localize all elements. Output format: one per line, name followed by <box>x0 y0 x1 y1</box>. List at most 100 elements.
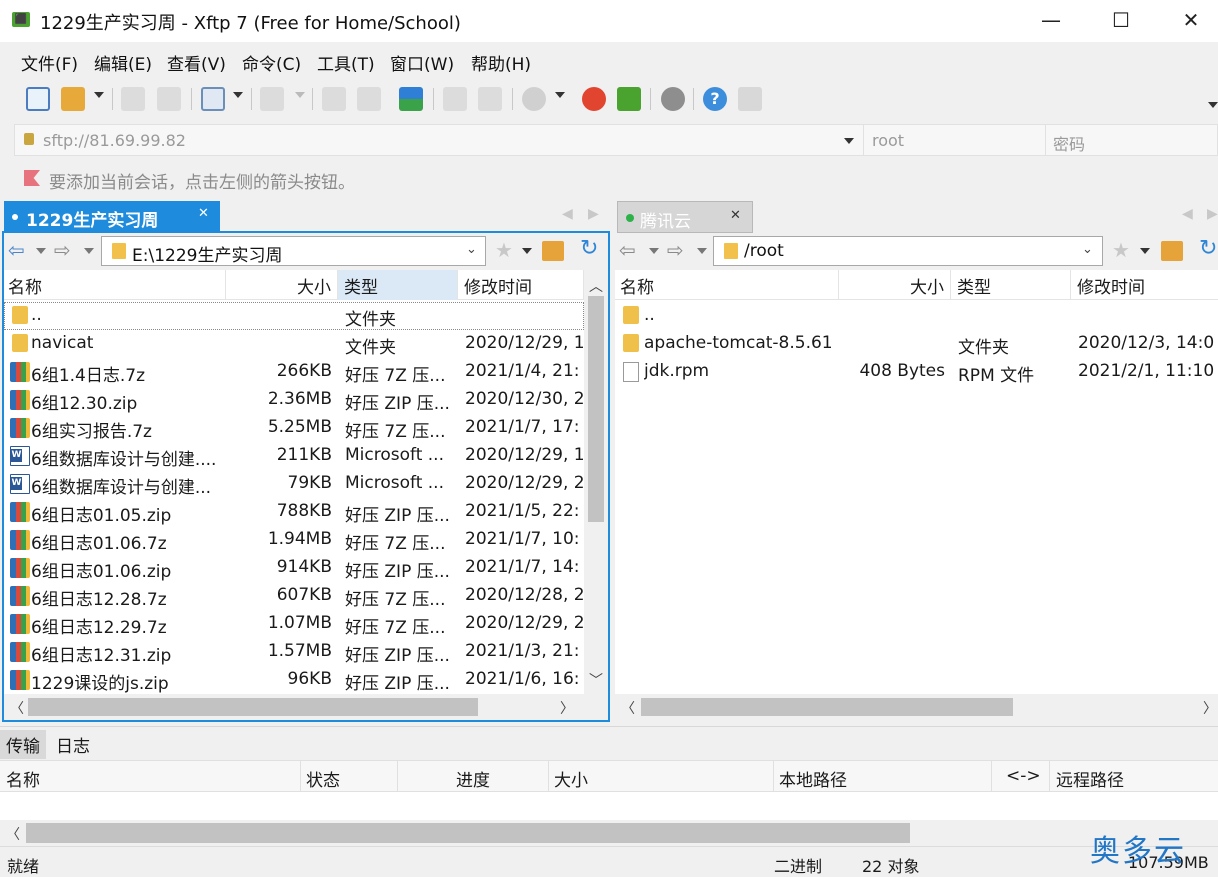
local-vertical-thumb[interactable] <box>588 296 604 522</box>
scroll-left-icon[interactable]: 〈 <box>621 698 635 718</box>
file-row[interactable]: 6组日志01.06.7z 1.94MB 好压 7Z 压... 2021/1/7, 10… <box>4 526 584 554</box>
new-session-icon[interactable] <box>26 87 50 111</box>
file-row[interactable]: jdk.rpm 408 Bytes RPM 文件 2021/2/1, 11:10 <box>615 358 1218 386</box>
file-row[interactable]: .. <box>615 302 1218 330</box>
tab-local-folder[interactable]: 1229生产实习周 ✕ <box>4 201 220 233</box>
sync-icon[interactable] <box>399 87 423 111</box>
file-row[interactable]: apache-tomcat-8.5.61 文件夹 2020/12/3, 14:0 <box>615 330 1218 358</box>
scroll-right-icon[interactable]: 〉 <box>1203 698 1217 718</box>
remote-horizontal-thumb[interactable] <box>641 698 1013 716</box>
scroll-down-icon[interactable]: ﹀ <box>589 670 603 690</box>
minimize-button[interactable]: — <box>1016 0 1086 42</box>
column-size-header[interactable]: 大小 <box>839 270 951 300</box>
tab-transfer[interactable]: 传输 <box>0 730 46 759</box>
menu-view[interactable]: 查看(V) <box>167 50 226 75</box>
globe-icon[interactable] <box>522 87 546 111</box>
file-row[interactable]: 6组日志01.06.zip 914KB 好压 ZIP 压... 2021/1/7, 1… <box>4 554 584 582</box>
transfer-dropdown-icon[interactable] <box>295 92 305 98</box>
file-row[interactable]: 6组日志12.31.zip 1.57MB 好压 ZIP 压... 2021/1/3, … <box>4 638 584 666</box>
transfer-horizontal-thumb[interactable] <box>26 823 910 843</box>
bookmark-dropdown-icon[interactable] <box>522 248 532 254</box>
file-row[interactable]: 6组实习报告.7z 5.25MB 好压 7Z 压... 2021/1/7, 17: <box>4 414 584 442</box>
scroll-up-icon[interactable]: ︿ <box>589 276 603 296</box>
back-dropdown-icon[interactable] <box>649 248 659 254</box>
host-input[interactable]: sftp://81.69.99.82 <box>43 131 186 150</box>
xshell-icon[interactable] <box>582 87 606 111</box>
host-dropdown-icon[interactable] <box>844 138 854 144</box>
transfer-col-size[interactable]: 大小 <box>554 766 588 791</box>
paste-icon[interactable] <box>478 87 502 111</box>
menu-help[interactable]: 帮助(H) <box>471 50 531 75</box>
username-input[interactable]: root <box>872 131 904 150</box>
tab-close-icon[interactable]: ✕ <box>198 206 209 221</box>
help-icon[interactable]: ? <box>703 87 727 111</box>
forward-dropdown-icon[interactable] <box>84 248 94 254</box>
download-icon[interactable] <box>357 87 381 111</box>
tab-log[interactable]: 日志 <box>56 732 90 757</box>
transfer-col-progress[interactable]: 进度 <box>456 766 490 791</box>
transfer-col-status[interactable]: 状态 <box>306 766 340 791</box>
refresh-icon[interactable]: ↻ <box>1199 236 1217 261</box>
file-row[interactable]: 6组数据库设计与创建... 79KB Microsoft ... 2020/12/29… <box>4 470 584 498</box>
chevron-down-icon[interactable]: ⌄ <box>466 242 477 257</box>
tab-scroll-right-icon[interactable]: ▶ <box>588 206 599 222</box>
column-type-header[interactable]: 类型 <box>338 270 458 300</box>
transfer-col-direction[interactable]: <-> <box>1006 766 1041 786</box>
local-vertical-scrollbar[interactable]: ︿ ﹀ <box>584 270 608 694</box>
open-dropdown-icon[interactable] <box>94 92 104 98</box>
maximize-button[interactable]: ☐ <box>1086 0 1156 42</box>
menu-tools[interactable]: 工具(T) <box>317 50 375 75</box>
back-dropdown-icon[interactable] <box>36 248 46 254</box>
file-row[interactable]: 6组12.30.zip 2.36MB 好压 ZIP 压... 2020/12/30, … <box>4 386 584 414</box>
transfer-col-remote-path[interactable]: 远程路径 <box>1056 766 1124 791</box>
tab-scroll-left-icon[interactable]: ◀ <box>1182 206 1193 222</box>
tab-scroll-right-icon[interactable]: ▶ <box>1207 206 1218 222</box>
back-arrow-icon[interactable]: ⇦ <box>619 238 636 262</box>
remote-path-input[interactable]: /root ⌄ <box>713 236 1103 266</box>
forward-arrow-icon[interactable]: ⇨ <box>667 238 684 262</box>
menu-file[interactable]: 文件(F) <box>21 50 78 75</box>
globe-dropdown-icon[interactable] <box>555 92 565 98</box>
open-folder-icon[interactable] <box>61 87 85 111</box>
file-row[interactable]: 6组日志01.05.zip 788KB 好压 ZIP 压... 2021/1/5, 2… <box>4 498 584 526</box>
column-modified-header[interactable]: 修改时间 <box>458 270 584 300</box>
home-folder-icon[interactable] <box>542 241 564 261</box>
scroll-left-icon[interactable]: 〈 <box>10 698 24 718</box>
xftp-icon[interactable] <box>617 87 641 111</box>
bookmark-star-icon[interactable]: ★ <box>1112 238 1130 262</box>
forward-dropdown-icon[interactable] <box>697 248 707 254</box>
bookmark-star-icon[interactable]: ★ <box>495 238 513 262</box>
copy-icon[interactable] <box>443 87 467 111</box>
file-row[interactable]: 6组数据库设计与创建.... 211KB Microsoft ... 2020/12/… <box>4 442 584 470</box>
file-row[interactable]: 6组1.4日志.7z 266KB 好压 7Z 压... 2021/1/4, 21: <box>4 358 584 386</box>
properties-icon[interactable] <box>201 87 225 111</box>
gear-icon[interactable] <box>661 87 685 111</box>
bookmark-arrow-icon[interactable] <box>24 170 40 186</box>
close-button[interactable]: ✕ <box>1156 0 1218 42</box>
menu-edit[interactable]: 编辑(E) <box>94 50 152 75</box>
forward-arrow-icon[interactable]: ⇨ <box>54 238 71 262</box>
file-row[interactable]: 1229课设的js.zip 96KB 好压 ZIP 压... 2021/1/6, 16… <box>4 666 584 694</box>
local-horizontal-thumb[interactable] <box>28 698 478 716</box>
scroll-left-icon[interactable]: 〈 <box>6 824 20 844</box>
column-type-header[interactable]: 类型 <box>951 270 1071 300</box>
local-horizontal-scrollbar[interactable]: 〈 〉 <box>4 694 608 720</box>
disconnect-icon[interactable] <box>157 87 181 111</box>
refresh-icon[interactable]: ↻ <box>580 236 598 261</box>
chat-icon[interactable] <box>738 87 762 111</box>
menu-window[interactable]: 窗口(W) <box>390 50 454 75</box>
scroll-right-icon[interactable]: 〉 <box>560 698 574 718</box>
transfer-icon[interactable] <box>260 87 284 111</box>
menu-command[interactable]: 命令(C) <box>242 50 301 75</box>
tab-remote-session[interactable]: 腾讯云 ✕ <box>617 201 753 233</box>
back-arrow-icon[interactable]: ⇦ <box>8 238 25 262</box>
home-folder-icon[interactable] <box>1161 241 1183 261</box>
properties-dropdown-icon[interactable] <box>233 92 243 98</box>
toolbar-overflow-icon[interactable] <box>1208 102 1218 108</box>
file-row[interactable]: navicat 文件夹 2020/12/29, 1 <box>4 330 584 358</box>
tab-close-icon[interactable]: ✕ <box>730 208 741 223</box>
file-row[interactable]: 6组日志12.29.7z 1.07MB 好压 7Z 压... 2020/12/29, … <box>4 610 584 638</box>
transfer-horizontal-scrollbar[interactable]: 〈 <box>0 820 1218 846</box>
bookmark-dropdown-icon[interactable] <box>1140 248 1150 254</box>
local-path-input[interactable]: E:\1229生产实习周 ⌄ <box>101 236 486 266</box>
